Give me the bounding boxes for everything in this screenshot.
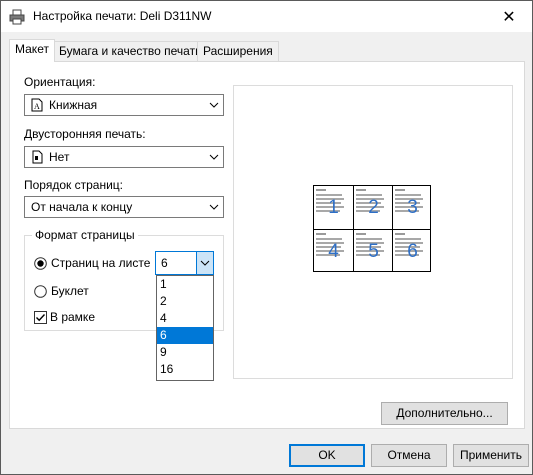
close-button[interactable]: ✕ [486, 1, 532, 32]
preview-page: 6 [392, 229, 431, 272]
pages-per-sheet-label[interactable]: Страниц на листе [51, 256, 150, 270]
duplex-value: Нет [49, 150, 70, 164]
preview-sheet: 1 2 3 4 5 6 [313, 185, 431, 272]
pages-per-sheet-radio[interactable] [34, 257, 47, 270]
tab-label: Бумага и качество печати [59, 44, 202, 58]
chevron-down-icon [200, 260, 210, 266]
portrait-page-icon: A [31, 98, 43, 112]
printer-icon [9, 9, 25, 25]
option-1[interactable]: 1 [157, 276, 213, 293]
tab-paper-quality[interactable]: Бумага и качество печати [53, 41, 208, 61]
single-sided-page-icon [32, 150, 43, 164]
chevron-down-icon [209, 102, 219, 108]
preview-page-number: 2 [368, 197, 379, 218]
cancel-button[interactable]: Отмена [371, 444, 447, 467]
preview-page-number: 1 [328, 197, 339, 218]
border-label[interactable]: В рамке [50, 310, 95, 324]
booklet-label[interactable]: Буклет [51, 284, 89, 298]
preview-page: 1 [314, 186, 353, 229]
preview-page-number: 3 [407, 197, 418, 218]
tab-label: Расширения [203, 44, 273, 58]
option-6-selected[interactable]: 6 [157, 327, 213, 344]
orientation-value: Книжная [49, 98, 98, 112]
booklet-radio[interactable] [34, 285, 47, 298]
window-title: Настройка печати: Deli D311NW [33, 9, 212, 23]
orientation-select[interactable]: A Книжная [24, 94, 224, 116]
close-icon: ✕ [502, 8, 516, 26]
preview-page-number: 4 [328, 241, 339, 262]
page-format-group-title: Формат страницы [32, 228, 138, 242]
pages-per-sheet-select[interactable]: 6 [155, 251, 214, 275]
border-checkbox[interactable] [34, 311, 47, 324]
option-4[interactable]: 4 [157, 310, 213, 327]
tab-label: Макет [15, 42, 49, 56]
title-bar: Настройка печати: Deli D311NW ✕ [1, 1, 532, 32]
page-order-label: Порядок страниц: [24, 178, 123, 192]
preview-page: 3 [392, 186, 431, 229]
tab-layout[interactable]: Макет [9, 39, 55, 62]
orientation-label: Ориентация: [24, 75, 96, 89]
chevron-down-icon [209, 154, 219, 160]
option-16[interactable]: 16 [157, 361, 213, 378]
option-2[interactable]: 2 [157, 293, 213, 310]
advanced-button[interactable]: Дополнительно... [381, 402, 508, 425]
duplex-label: Двусторонняя печать: [24, 127, 146, 141]
print-settings-dialog: Настройка печати: Deli D311NW ✕ Макет Бу… [0, 0, 533, 475]
preview-page-number: 5 [368, 241, 379, 262]
pages-per-sheet-value: 6 [161, 256, 168, 270]
duplex-select[interactable]: Нет [24, 146, 224, 168]
chevron-down-icon [209, 204, 219, 210]
ok-button[interactable]: OK [289, 444, 365, 467]
pages-per-sheet-options-list: 1 2 4 6 9 16 [156, 275, 214, 381]
option-9[interactable]: 9 [157, 344, 213, 361]
preview-page: 5 [353, 229, 392, 272]
svg-text:A: A [34, 102, 40, 111]
preview-page-number: 6 [407, 241, 418, 262]
page-order-select[interactable]: От начала к концу [24, 196, 224, 218]
preview-page: 4 [314, 229, 353, 272]
page-order-value: От начала к концу [31, 200, 133, 214]
apply-button[interactable]: Применить [453, 444, 529, 467]
pages-per-sheet-dropdown-button[interactable] [196, 252, 213, 274]
tab-extensions[interactable]: Расширения [197, 41, 279, 61]
preview-page: 2 [353, 186, 392, 229]
